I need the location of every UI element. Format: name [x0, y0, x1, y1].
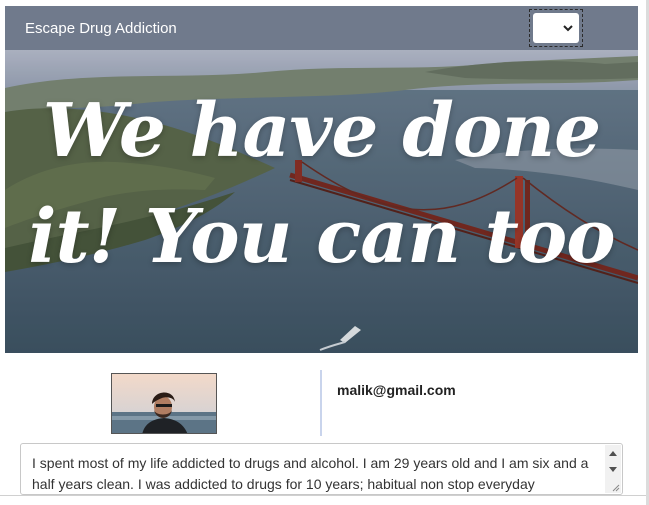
- scroll-up-icon[interactable]: [609, 451, 617, 456]
- story-text: I spent most of my life addicted to drug…: [32, 455, 589, 492]
- story-textarea[interactable]: I spent most of my life addicted to drug…: [20, 443, 623, 495]
- brand-title[interactable]: Escape Drug Addiction: [25, 20, 177, 37]
- hero-title: We have done it! You can too: [28, 88, 615, 280]
- divider: [0, 495, 649, 496]
- hero-banner: We have done it! You can too: [5, 50, 638, 353]
- top-navbar: Escape Drug Addiction: [5, 6, 638, 50]
- language-select[interactable]: [529, 9, 583, 47]
- user-email: malik@gmail.com: [337, 382, 456, 398]
- profile-divider: [320, 370, 322, 436]
- resize-grip-icon[interactable]: [612, 484, 620, 492]
- scroll-down-icon[interactable]: [609, 467, 617, 472]
- avatar: [111, 373, 217, 434]
- language-select-box[interactable]: [533, 13, 579, 43]
- chevron-down-icon: [563, 24, 573, 31]
